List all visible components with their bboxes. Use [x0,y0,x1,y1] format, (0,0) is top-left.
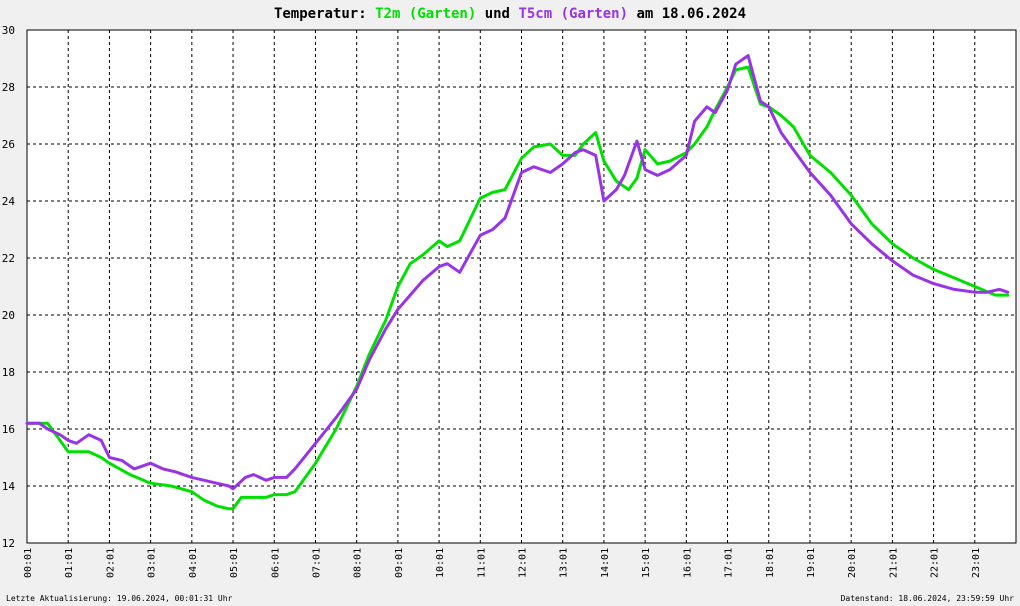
plot-area [26,29,1017,544]
x-tick-label: 10:01 [435,548,446,578]
x-tick-label: 12:01 [518,548,529,578]
x-tick-label: 15:01 [641,548,652,578]
x-tick-label: 09:01 [394,548,405,578]
x-tick-label: 05:01 [229,548,240,578]
x-tick-label: 14:01 [600,548,611,578]
footer-data-status: Datenstand: 18.06.2024, 23:59:59 Uhr [841,594,1015,603]
x-tick-label: 22:01 [930,548,941,578]
y-tick-label: 20 [2,309,15,322]
x-tick-label: 02:01 [105,548,116,578]
title-space-2 [476,6,484,22]
title-series2: T5cm (Garten) [518,6,628,22]
title-space-4 [628,6,636,22]
y-tick-label: 26 [2,138,15,151]
y-tick-label: 14 [2,480,16,493]
title-series1: T2m (Garten) [375,6,476,22]
y-tick-label: 18 [2,366,15,379]
x-tick-label: 08:01 [353,548,364,578]
footer-last-update: Letzte Aktualisierung: 19.06.2024, 00:01… [6,594,233,603]
x-tick-label: 20:01 [847,548,858,578]
title-suffix: am 18.06.2024 [636,6,746,22]
y-tick-label: 16 [2,423,15,436]
chart-title: Temperatur: T2m (Garten) und T5cm (Garte… [274,6,746,22]
x-tick-label: 07:01 [311,548,322,578]
y-tick-label: 28 [2,81,15,94]
y-tick-label: 30 [2,24,15,37]
title-space-3 [510,6,518,22]
x-tick-label: 19:01 [806,548,817,578]
y-tick-label: 22 [2,252,15,265]
title-prefix: Temperatur: [274,6,367,22]
x-tick-label: 18:01 [765,548,776,578]
x-tick-label: 01:01 [64,548,75,578]
x-tick-label: 16:01 [682,548,693,578]
title-middle: und [485,6,510,22]
x-tick-label: 13:01 [559,548,570,578]
x-tick-label: 00:01 [23,548,34,578]
title-space-1 [367,6,375,22]
temperature-chart: 12 14 16 18 20 22 24 26 28 30 00:01 01:01 02:01 03:0… [0,0,1020,606]
x-tick-label: 21:01 [888,548,899,578]
x-tick-label: 03:01 [147,548,158,578]
x-tick-label: 06:01 [270,548,281,578]
x-tick-label: 23:01 [971,548,982,578]
x-tick-label: 11:01 [476,548,487,578]
y-tick-label: 24 [2,195,16,208]
x-tick-label: 17:01 [724,548,735,578]
chart-window: 12 14 16 18 20 22 24 26 28 30 00:01 01:01 02:01 03:0… [0,0,1020,606]
x-tick-label: 04:01 [188,548,199,578]
y-tick-label: 12 [2,537,15,550]
